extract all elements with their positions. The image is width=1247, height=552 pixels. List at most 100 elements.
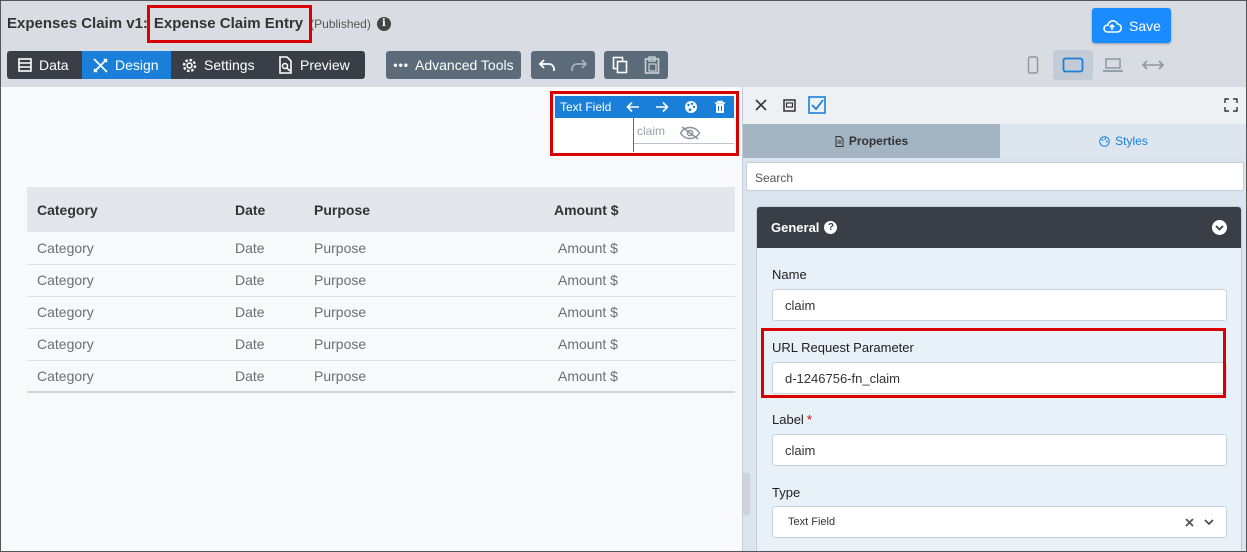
gear-icon bbox=[182, 58, 197, 72]
table-row[interactable]: Category Date Purpose Amount $ bbox=[27, 264, 735, 297]
form-title: Expense Claim Entry bbox=[153, 15, 304, 32]
save-button[interactable]: Save bbox=[1092, 8, 1171, 43]
app-title: Expenses Claim v1: bbox=[7, 15, 148, 32]
mode-switcher: Data Design Settings Preview bbox=[7, 51, 365, 79]
delete-button[interactable] bbox=[705, 100, 734, 114]
cell-date: Date bbox=[225, 264, 304, 297]
copy-icon bbox=[612, 56, 628, 74]
palette-icon bbox=[1099, 135, 1110, 147]
move-right-button[interactable] bbox=[647, 101, 676, 113]
properties-panel: Properties Styles Search General ? Name … bbox=[742, 87, 1246, 551]
table-row[interactable]: Category Date Purpose Amount $ bbox=[27, 328, 735, 361]
label-field[interactable]: claim bbox=[772, 434, 1227, 466]
type-label: Type bbox=[772, 485, 801, 500]
type-select[interactable]: Text Field bbox=[772, 506, 1227, 538]
cell-purpose: Purpose bbox=[304, 328, 544, 361]
close-icon bbox=[755, 99, 767, 111]
document-icon bbox=[835, 135, 844, 147]
redo-button[interactable] bbox=[563, 51, 595, 79]
move-left-button[interactable] bbox=[618, 101, 647, 113]
url-request-parameter-field[interactable]: d-1246756-fn_claim bbox=[772, 362, 1227, 394]
panel-tabs: Properties Styles bbox=[743, 124, 1246, 158]
laptop-view-button[interactable] bbox=[1093, 50, 1133, 80]
clear-icon[interactable] bbox=[1185, 517, 1194, 527]
cell-amount: Amount $ bbox=[544, 232, 735, 265]
info-icon[interactable]: i bbox=[376, 16, 391, 31]
data-label: Data bbox=[39, 57, 69, 73]
data-tab[interactable]: Data bbox=[7, 51, 82, 79]
claim-field-preview[interactable]: claim bbox=[634, 118, 734, 144]
settings-tab[interactable]: Settings bbox=[171, 51, 267, 79]
trash-icon bbox=[714, 100, 725, 113]
col-header-amount: Amount $ bbox=[544, 187, 735, 232]
style-button[interactable] bbox=[676, 100, 705, 114]
paste-button[interactable] bbox=[636, 51, 668, 79]
fullwidth-view-button[interactable] bbox=[1133, 50, 1173, 80]
history-controls bbox=[531, 51, 595, 79]
table-row[interactable]: Category Date Purpose Amount $ bbox=[27, 296, 735, 329]
col-header-date: Date bbox=[225, 187, 304, 232]
name-field[interactable]: claim bbox=[772, 289, 1227, 321]
selected-text-field[interactable]: claim bbox=[555, 118, 734, 152]
mobile-view-button[interactable] bbox=[1013, 50, 1053, 80]
preview-tab[interactable]: Preview bbox=[267, 51, 365, 79]
preview-label: Preview bbox=[300, 57, 350, 73]
chevron-down-icon[interactable] bbox=[1204, 518, 1214, 526]
chevron-down-icon[interactable] bbox=[1212, 220, 1227, 235]
status-badge: (Published) bbox=[310, 16, 371, 31]
panel-resize-handle[interactable] bbox=[743, 473, 750, 515]
cell-purpose: Purpose bbox=[304, 264, 544, 297]
help-icon[interactable]: ? bbox=[824, 221, 838, 234]
builder-header: Expenses Claim v1: Expense Claim Entry (… bbox=[1, 1, 1246, 87]
required-marker: * bbox=[806, 412, 812, 427]
table-row[interactable]: Category Date Purpose Amount $ bbox=[27, 360, 735, 393]
tab-properties[interactable]: Properties bbox=[743, 124, 1000, 158]
label-label-text: Label bbox=[772, 412, 804, 427]
cell-amount: Amount $ bbox=[544, 296, 735, 329]
tab-properties-label: Properties bbox=[848, 134, 909, 148]
section-title: General bbox=[771, 220, 820, 235]
check-square-icon bbox=[808, 96, 826, 114]
cell-date: Date bbox=[225, 328, 304, 361]
arrow-right-icon bbox=[655, 101, 669, 113]
cell-date: Date bbox=[225, 232, 304, 265]
save-label: Save bbox=[1129, 17, 1161, 34]
title-row: Expenses Claim v1: Expense Claim Entry (… bbox=[7, 15, 391, 32]
settings-label: Settings bbox=[204, 57, 255, 73]
search-placeholder: Search bbox=[755, 171, 794, 185]
design-tools-icon bbox=[93, 57, 108, 73]
tab-styles[interactable]: Styles bbox=[1000, 124, 1246, 158]
mobile-icon bbox=[1027, 56, 1039, 74]
table-row[interactable]: Category Date Purpose Amount $ bbox=[27, 232, 735, 265]
cell-date: Date bbox=[225, 360, 304, 393]
name-value: claim bbox=[785, 297, 816, 313]
window-icon bbox=[782, 98, 796, 112]
col-header-category: Category bbox=[27, 187, 225, 232]
paste-icon bbox=[644, 56, 660, 74]
cell-purpose: Purpose bbox=[304, 296, 544, 329]
general-section-header[interactable]: General ? bbox=[757, 207, 1241, 248]
label-value: claim bbox=[785, 442, 816, 458]
tablet-view-button[interactable] bbox=[1053, 50, 1093, 80]
cell-amount: Amount $ bbox=[544, 264, 735, 297]
redo-icon bbox=[571, 59, 588, 71]
expand-panel-button[interactable] bbox=[1222, 96, 1240, 114]
cell-date: Date bbox=[225, 296, 304, 329]
device-preview-toggle bbox=[1013, 50, 1173, 80]
dock-panel-button[interactable] bbox=[780, 96, 798, 114]
cell-amount: Amount $ bbox=[544, 360, 735, 393]
property-search-input[interactable]: Search bbox=[746, 162, 1244, 191]
undo-button[interactable] bbox=[531, 51, 563, 79]
url-request-parameter-value: d-1246756-fn_claim bbox=[785, 370, 900, 386]
apply-button[interactable] bbox=[808, 96, 826, 114]
clipboard-controls bbox=[604, 51, 668, 79]
advanced-tools-button[interactable]: ••• Advanced Tools bbox=[386, 51, 521, 79]
design-tab[interactable]: Design bbox=[82, 51, 171, 79]
copy-button[interactable] bbox=[604, 51, 636, 79]
claim-field-value: claim bbox=[637, 124, 666, 138]
advanced-tools-label: Advanced Tools bbox=[415, 57, 514, 73]
arrows-horizontal-icon bbox=[1141, 60, 1165, 70]
app-frame: Expenses Claim v1: Expense Claim Entry (… bbox=[0, 0, 1247, 552]
close-panel-button[interactable] bbox=[752, 96, 770, 114]
name-label: Name bbox=[772, 267, 807, 282]
